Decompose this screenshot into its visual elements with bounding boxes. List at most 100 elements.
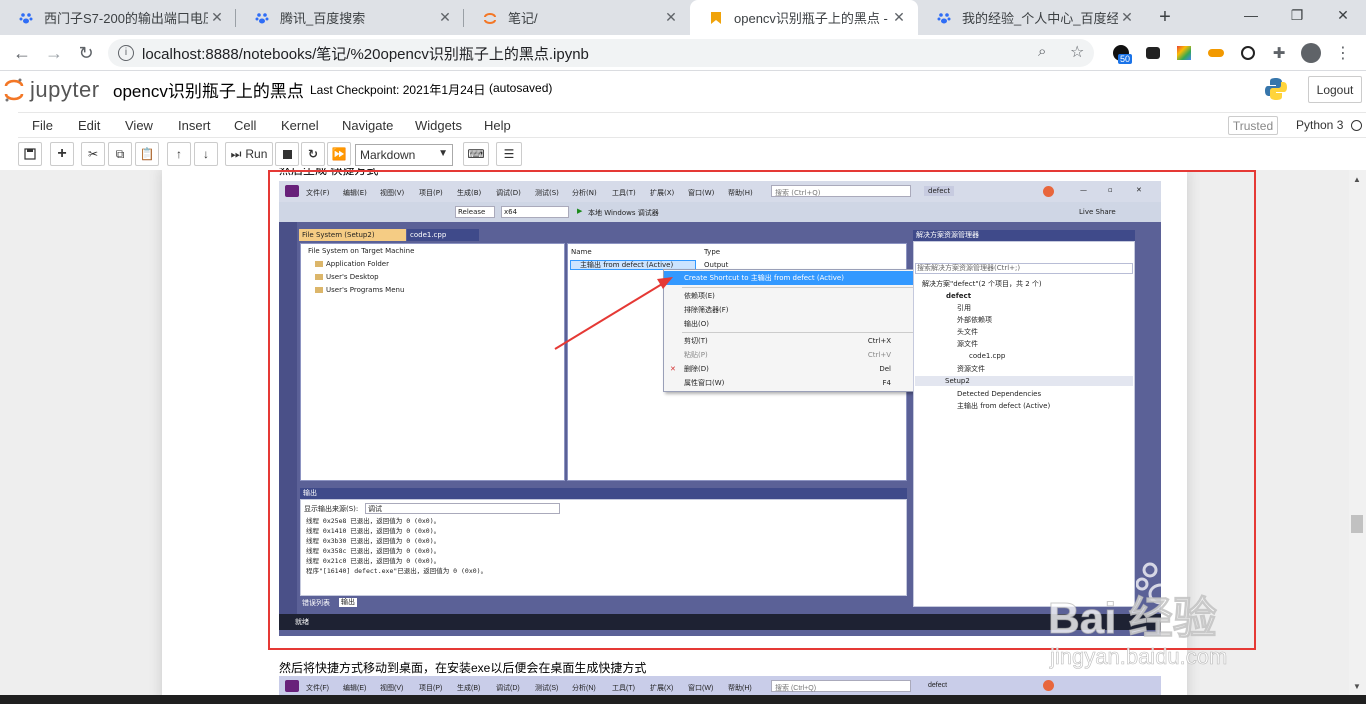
vs-live-share: Live Share xyxy=(1079,208,1116,216)
address-bar[interactable]: i localhost:8888/notebooks/笔记/%20opencv识… xyxy=(108,39,1094,67)
vs-tree-item: 解决方案"defect"(2 个项目，共 2 个) xyxy=(922,280,1042,288)
vs-output-tab: 输出 xyxy=(339,598,357,607)
keyboard-icon[interactable]: ⌨ xyxy=(463,142,489,166)
paw-icon xyxy=(18,10,34,26)
fast-forward-icon[interactable]: ⏩ xyxy=(327,142,351,166)
close-tab-icon[interactable]: ✕ xyxy=(436,9,454,27)
forward-icon[interactable]: → xyxy=(40,39,68,67)
menu-help[interactable]: Help xyxy=(484,118,511,133)
vs-search-box: 搜索 (Ctrl+Q) xyxy=(775,189,821,197)
extension-icon[interactable]: 50 xyxy=(1110,42,1133,64)
menu-kernel[interactable]: Kernel xyxy=(281,118,319,133)
close-tab-icon[interactable]: ✕ xyxy=(208,9,226,27)
paw-icon xyxy=(254,10,270,26)
scroll-down-icon[interactable]: ▼ xyxy=(1353,682,1361,691)
close-tab-icon[interactable]: ✕ xyxy=(890,9,908,27)
browser-toolbar: ← → ↻ i localhost:8888/notebooks/笔记/%20o… xyxy=(0,35,1366,71)
vs-menu-option: 排除筛选器(F) xyxy=(684,306,729,314)
insert-cell-icon[interactable]: + xyxy=(50,142,74,166)
browser-tab[interactable]: 腾讯_百度搜索 ✕ xyxy=(236,0,464,35)
vs-list-row: 主输出 from defect (Active) xyxy=(580,261,674,269)
tab-title: opencv识别瓶子上的黑点 - Ju xyxy=(734,11,890,26)
menu-cell[interactable]: Cell xyxy=(234,118,256,133)
jupyter-logo[interactable]: jupyter xyxy=(4,76,100,104)
menu-edit[interactable]: Edit xyxy=(78,118,100,133)
visual-studio-screenshot-2: 文件(F) 编辑(E) 视图(V) 项目(P) 生成(B) 调试(D) 测试(S… xyxy=(279,676,1161,696)
vs-column-header: Type xyxy=(704,248,721,256)
browser-tab-active[interactable]: opencv识别瓶子上的黑点 - Ju ✕ xyxy=(690,0,918,35)
restore-icon[interactable]: ❐ xyxy=(1274,0,1320,30)
vs-menu-item: 项目(P) xyxy=(419,189,443,197)
vs-menu-option: 输出(O) xyxy=(684,320,709,328)
scroll-up-icon[interactable]: ▲ xyxy=(1353,175,1361,184)
star-icon[interactable]: ☆ xyxy=(1070,42,1084,62)
menu-insert[interactable]: Insert xyxy=(178,118,211,133)
vs-menu-item: 生成(B) xyxy=(457,685,481,692)
vs-solution-search: 搜索解决方案资源管理器(Ctrl+;) xyxy=(917,264,1021,272)
vs-search-box: 搜索 (Ctrl+Q) xyxy=(775,685,817,692)
page-scrollbar[interactable]: ▲ ▼ xyxy=(1349,170,1366,704)
reload-icon[interactable]: ↻ xyxy=(72,39,100,67)
vs-status-bar: 就绪 xyxy=(279,614,1161,630)
visual-studio-icon xyxy=(285,680,299,692)
checkpoint-status: Last Checkpoint: 2021年1月24日 xyxy=(310,83,486,97)
avatar-icon[interactable] xyxy=(1300,42,1322,64)
vs-tree-item: 主输出 from defect (Active) xyxy=(957,402,1051,410)
menu-view[interactable]: View xyxy=(125,118,153,133)
restart-icon[interactable]: ↻ xyxy=(301,142,325,166)
minimize-icon[interactable]: — xyxy=(1228,0,1274,30)
save-icon[interactable] xyxy=(18,142,42,166)
move-down-icon[interactable]: ↓ xyxy=(194,142,218,166)
run-button[interactable]: ⏭ Run xyxy=(225,142,273,166)
vs-menu-item: 视图(V) xyxy=(380,685,404,692)
copy-icon[interactable]: ⧉ xyxy=(108,142,132,166)
notebook-name[interactable]: opencv识别瓶子上的黑点 xyxy=(113,77,304,102)
extension-icon[interactable] xyxy=(1142,42,1164,64)
menu-file[interactable]: File xyxy=(32,118,53,133)
extension-icon[interactable] xyxy=(1237,42,1259,64)
vs-menu-item: 帮助(H) xyxy=(728,685,752,692)
extension-icon[interactable] xyxy=(1205,42,1227,64)
vs-tree-item: code1.cpp xyxy=(969,352,1006,360)
browser-tab[interactable]: 我的经验_个人中心_百度经验 ✕ xyxy=(918,0,1146,35)
vs-menu-item: 文件(F) xyxy=(306,685,329,692)
zoom-icon[interactable]: ⌕ xyxy=(1038,43,1046,60)
move-up-icon[interactable]: ↑ xyxy=(167,142,191,166)
url-text: localhost:8888/notebooks/笔记/%20opencv识别瓶… xyxy=(142,45,589,63)
vs-output-line: 线程 0x1410 已退出，返回值为 0 (0x0)。 xyxy=(306,527,441,535)
cell-type-select[interactable]: Markdown ▼ xyxy=(355,144,453,166)
visual-studio-screenshot: 文件(F) 编辑(E) 视图(V) 项目(P) 生成(B) 调试(D) 测试(S… xyxy=(279,181,1161,636)
more-icon[interactable]: ⋮ xyxy=(1332,42,1354,64)
logout-button[interactable]: Logout xyxy=(1308,76,1362,103)
vs-menu-item: 工具(T) xyxy=(612,189,636,197)
vs-tree-item: 资源文件 xyxy=(957,365,985,373)
trusted-indicator[interactable]: Trusted xyxy=(1228,116,1278,135)
vs-pane-header: 输出 xyxy=(300,488,907,499)
info-icon[interactable]: i xyxy=(118,45,134,61)
vs-menu-option: 粘贴(P) Ctrl+V xyxy=(684,351,891,359)
extension-icon[interactable] xyxy=(1173,42,1195,64)
vs-tree-item: Setup2 xyxy=(945,377,970,385)
browser-tab[interactable]: 西门子S7-200的输出端口电压 ✕ xyxy=(0,0,236,35)
cut-icon[interactable]: ✂ xyxy=(81,142,105,166)
jupyter-icon xyxy=(4,78,24,102)
stop-icon[interactable] xyxy=(275,142,299,166)
scrollbar-thumb[interactable] xyxy=(1351,515,1363,533)
close-tab-icon[interactable]: ✕ xyxy=(1118,9,1136,27)
visual-studio-icon xyxy=(285,185,299,197)
vs-tree-item: User's Desktop xyxy=(326,273,379,281)
new-tab-button[interactable]: + xyxy=(1152,5,1178,29)
menu-widgets[interactable]: Widgets xyxy=(415,118,462,133)
close-tab-icon[interactable]: ✕ xyxy=(662,9,680,27)
paste-icon[interactable]: 📋 xyxy=(135,142,159,166)
puzzle-icon[interactable]: ✚ xyxy=(1268,42,1290,64)
step-forward-icon: ⏭ xyxy=(230,146,242,161)
back-icon[interactable]: ← xyxy=(8,39,36,67)
menu-navigate[interactable]: Navigate xyxy=(342,118,393,133)
list-icon[interactable]: ☰ xyxy=(496,142,522,166)
close-window-icon[interactable]: ✕ xyxy=(1320,0,1366,30)
vs-tree-item: User's Programs Menu xyxy=(326,286,405,294)
browser-tab[interactable]: 笔记/ ✕ xyxy=(464,0,690,35)
browser-tab-strip: 西门子S7-200的输出端口电压 ✕ 腾讯_百度搜索 ✕ 笔记/ ✕ openc… xyxy=(0,0,1366,35)
extension-badge: 50 xyxy=(1118,54,1133,64)
